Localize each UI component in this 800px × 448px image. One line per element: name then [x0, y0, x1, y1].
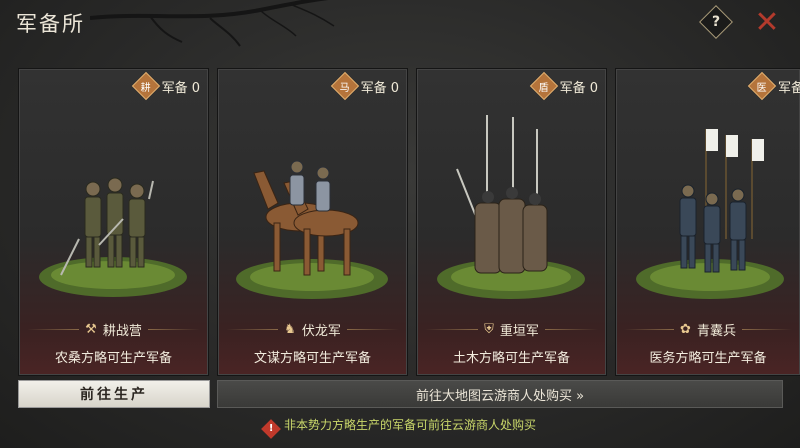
go-merchant-button[interactable]: 前往大地图云游商人处购买 »	[217, 380, 783, 408]
unit-name: 重垣军	[499, 323, 539, 339]
unit-card-fulongjun[interactable]: 马 军备 0 ♞ 伏龙军 文谋方略可生产军备	[217, 68, 408, 376]
unit-description: 文谋方略可生产军备	[253, 351, 371, 366]
ink-branch-decoration	[90, 0, 335, 47]
banner-troops-illustration	[636, 129, 784, 299]
unit-description: 土木方略可生产军备	[452, 351, 570, 366]
unit-card-qingnangbing[interactable]: 医 军备 ✿ 青囊兵 医务方略可生产军备	[615, 68, 800, 376]
unit-name-divider: ⛨ 重垣军	[425, 321, 598, 339]
shield-badge-icon: 盾	[529, 71, 558, 101]
unit-name-divider: ♞ 伏龙军	[226, 321, 400, 339]
unit-name: 伏龙军	[301, 323, 341, 339]
unit-name: 耕战营	[102, 323, 142, 339]
help-icon: ?	[711, 14, 721, 30]
shield-wall-illustration	[437, 115, 585, 299]
shield-icon: ⛨	[484, 321, 494, 337]
merchant-notice: ! 非本势力方略生产的军备可前往云游商人处购买	[0, 416, 800, 439]
horse-badge-icon: 马	[330, 71, 359, 101]
unit-name: 青囊兵	[696, 323, 736, 339]
warning-icon: !	[261, 419, 281, 439]
help-button[interactable]: ?	[699, 5, 733, 39]
unit-card-zhongyuanjun[interactable]: 盾 军备 0 ⛨ 重垣军 土木方略可生产军备	[416, 68, 607, 376]
unit-name-divider: ✿ 青囊兵	[624, 321, 793, 339]
close-button[interactable]: ✕	[752, 8, 782, 38]
armament-count-badge: 马 军备 0	[330, 71, 399, 101]
unit-card-gengzhanying[interactable]: 耕 军备 0 ⚒ 耕战营 农桑方略可生产军备	[18, 68, 209, 376]
go-produce-button[interactable]: 前往生产	[18, 380, 210, 408]
unit-description: 农桑方略可生产军备	[54, 351, 172, 366]
armament-count-badge: 耕 军备 0	[131, 71, 200, 101]
unit-name-divider: ⚒ 耕战营	[27, 321, 201, 339]
medic-badge-icon: 医	[747, 71, 777, 101]
horse-icon: ♞	[284, 321, 296, 337]
page-title: 军备所	[16, 12, 85, 36]
unit-description: 医务方略可生产军备	[649, 351, 767, 366]
cavalry-illustration	[236, 160, 388, 299]
medic-icon: ✿	[680, 321, 691, 337]
armament-count-badge: 医 军备	[747, 71, 800, 101]
armament-count-badge: 盾 军备 0	[529, 71, 598, 101]
infantry-group-illustration	[39, 177, 187, 297]
farmer-badge-icon: 耕	[131, 71, 160, 101]
farmer-icon: ⚒	[85, 321, 97, 337]
